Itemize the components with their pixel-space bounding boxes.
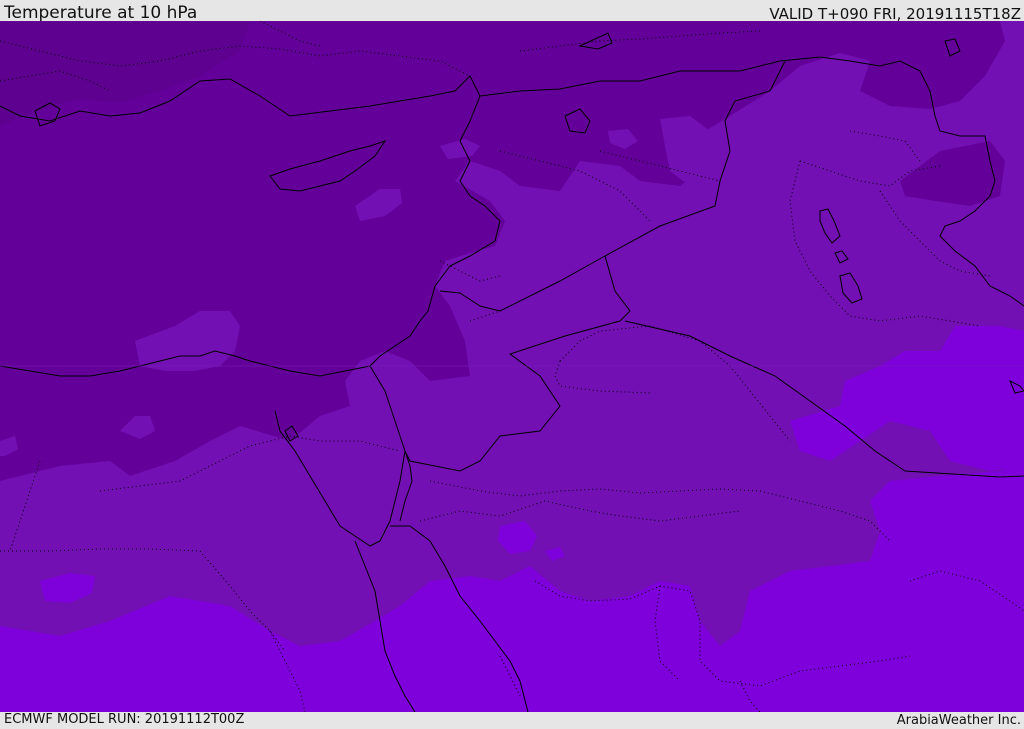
map-title: Temperature at 10 hPa	[4, 3, 198, 23]
credit-label: ArabiaWeather Inc.	[896, 713, 1021, 728]
model-run-label: ECMWF MODEL RUN: 20191112T00Z	[4, 712, 245, 727]
map-page: Temperature at 10 hPa VALID T+090 FRI, 2…	[0, 0, 1024, 729]
temperature-map	[0, 21, 1024, 712]
map-canvas	[0, 21, 1024, 712]
